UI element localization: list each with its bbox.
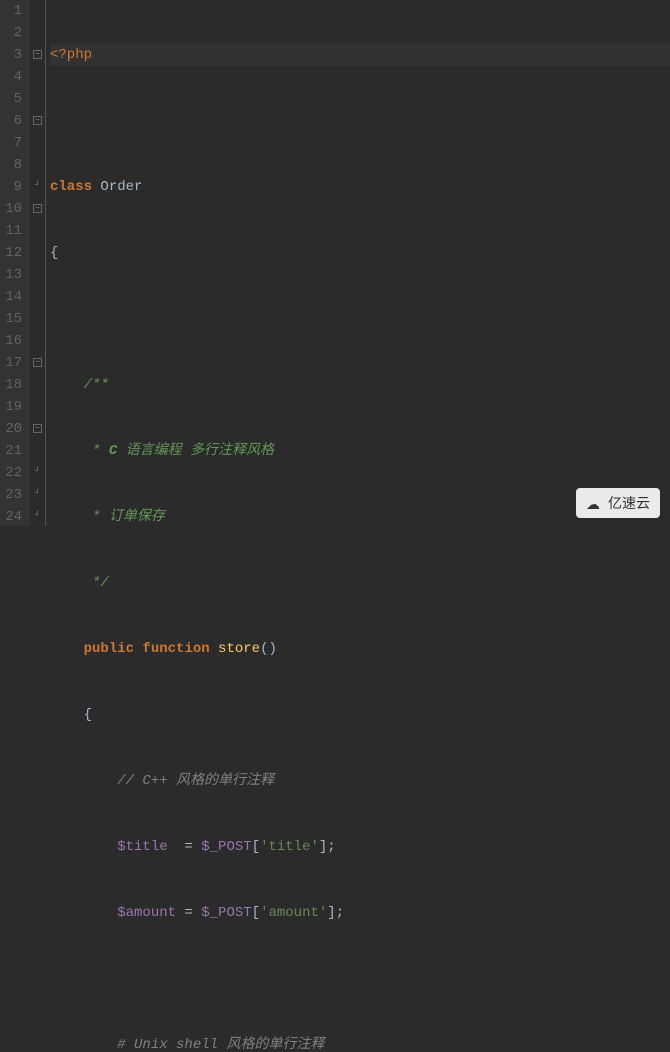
doc-text: 语言编程 多行注释风格 (117, 443, 274, 459)
brace: { (84, 707, 92, 723)
line-number: 11 (0, 220, 22, 242)
php-tag: <?php (50, 47, 92, 63)
line-comment: // C++ 风格的单行注释 (117, 773, 274, 789)
parens: () (260, 641, 277, 657)
line-number: 22 (0, 462, 22, 484)
line-number: 23 (0, 484, 22, 506)
line-number-gutter: 1 2 3 4 5 6 7 8 9 10 11 12 13 14 15 16 1… (0, 0, 30, 526)
function-name: store (210, 641, 260, 657)
keyword-class: class (50, 179, 92, 195)
line-number: 18 (0, 374, 22, 396)
fold-toggle-icon[interactable]: − (33, 358, 42, 367)
brace: { (50, 245, 58, 261)
line-number: 17 (0, 352, 22, 374)
code-editor: 1 2 3 4 5 6 7 8 9 10 11 12 13 14 15 16 1… (0, 0, 670, 526)
fold-close-icon[interactable]: ┘ (33, 182, 42, 191)
code-line[interactable]: // C++ 风格的单行注释 (50, 770, 670, 792)
code-line[interactable]: * C 语言编程 多行注释风格 (50, 440, 670, 462)
line-number: 15 (0, 308, 22, 330)
code-line[interactable]: public function store() (50, 638, 670, 660)
code-line[interactable] (50, 968, 670, 990)
code-line[interactable]: $title = $_POST['title']; (50, 836, 670, 858)
doc-comment-star: * (84, 509, 109, 525)
fold-toggle-icon[interactable]: − (33, 204, 42, 213)
line-number: 1 (0, 0, 22, 22)
code-line[interactable]: # Unix shell 风格的单行注释 (50, 1034, 670, 1052)
line-number: 8 (0, 154, 22, 176)
line-number: 3 (0, 44, 22, 66)
string-literal: 'title' (260, 839, 319, 855)
doc-tag: C (109, 443, 117, 459)
line-number: 2 (0, 22, 22, 44)
fold-toggle-icon[interactable]: − (33, 424, 42, 433)
code-line[interactable]: { (50, 242, 670, 264)
line-number: 12 (0, 242, 22, 264)
line-number: 13 (0, 264, 22, 286)
code-line[interactable]: class Order (50, 176, 670, 198)
keyword-public: public (84, 641, 134, 657)
code-line[interactable] (50, 308, 670, 330)
code-line[interactable]: /** (50, 374, 670, 396)
fold-toggle-icon[interactable]: − (33, 50, 42, 59)
line-number: 7 (0, 132, 22, 154)
doc-comment: /** (84, 377, 109, 393)
variable: $title (117, 839, 167, 855)
class-name: Order (92, 179, 142, 195)
fold-gutter: − − ┘ − − − ┘ ┘ ┘ (30, 0, 46, 526)
doc-comment-star: * (84, 443, 109, 459)
line-comment: # Unix shell 风格的单行注释 (117, 1037, 324, 1052)
watermark-text: 亿速云 (608, 492, 650, 514)
fold-toggle-icon[interactable]: − (33, 116, 42, 125)
fold-close-icon[interactable]: ┘ (33, 512, 42, 521)
keyword-function: function (134, 641, 210, 657)
fold-close-icon[interactable]: ┘ (33, 468, 42, 477)
line-number: 21 (0, 440, 22, 462)
variable: $amount (117, 905, 176, 921)
line-number: 16 (0, 330, 22, 352)
line-number: 14 (0, 286, 22, 308)
line-number: 19 (0, 396, 22, 418)
line-number: 20 (0, 418, 22, 440)
code-line[interactable]: { (50, 704, 670, 726)
line-number: 9 (0, 176, 22, 198)
code-line[interactable] (50, 110, 670, 132)
code-line[interactable]: <?php (50, 44, 670, 66)
doc-text: 订单保存 (109, 509, 165, 525)
fold-close-icon[interactable]: ┘ (33, 490, 42, 499)
line-number: 10 (0, 198, 22, 220)
string-literal: 'amount' (260, 905, 327, 921)
superglobal: $_POST (201, 905, 251, 921)
code-line[interactable]: $amount = $_POST['amount']; (50, 902, 670, 924)
superglobal: $_POST (201, 839, 251, 855)
code-area[interactable]: <?php class Order { /** * C 语言编程 多行注释风格 … (46, 0, 670, 526)
line-number: 4 (0, 66, 22, 88)
code-line[interactable]: */ (50, 572, 670, 594)
doc-comment-close: */ (84, 575, 109, 591)
watermark-badge: 亿速云 (576, 488, 660, 518)
line-number: 6 (0, 110, 22, 132)
line-number: 5 (0, 88, 22, 110)
line-number: 24 (0, 506, 22, 528)
cloud-icon (586, 497, 604, 509)
